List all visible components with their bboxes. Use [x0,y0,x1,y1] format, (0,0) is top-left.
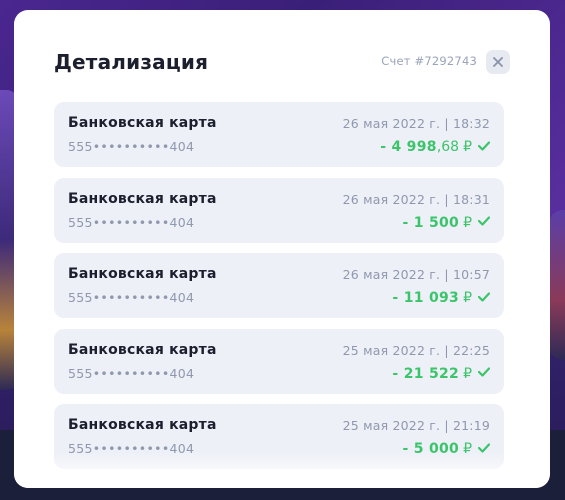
close-icon [493,57,503,67]
transaction-date: 26 мая 2022 г. | 18:32 [342,116,490,131]
transaction-amount-group: - 21 522 ₽ [392,363,490,382]
transaction-title: Банковская карта [68,190,217,207]
transaction-amount-group: - 1 500 ₽ [402,212,490,231]
transaction-row[interactable]: Банковская карта 555••••••••••404 26 мая… [54,177,504,243]
transaction-amount: - 21 522 [392,365,460,382]
transaction-amount-group: - 5 000 ₽ [402,438,490,457]
check-icon [478,140,490,151]
transaction-title: Банковская карта [68,341,217,358]
transaction-currency: ₽ [463,441,472,457]
transaction-title: Банковская карта [68,115,217,131]
transaction-row[interactable]: Банковская карта 555••••••••••404 25 мая… [54,404,504,469]
transaction-card-number: 555••••••••••404 [68,139,195,154]
check-icon [478,442,490,453]
transaction-currency: ₽ [463,290,472,306]
details-modal: Детализация Счет #7292743 Банковская кар… [14,10,550,488]
transaction-card-number: 555••••••••••404 [68,290,195,305]
transaction-card-number: 555••••••••••404 [68,214,195,230]
transaction-row[interactable]: Банковская карта 555••••••••••404 26 мая… [54,102,504,167]
transaction-date: 26 мая 2022 г. | 18:31 [342,191,490,207]
transaction-amount: - 4 998 [380,139,437,155]
close-button[interactable] [486,50,510,74]
check-icon [478,291,490,302]
transaction-amount: - 5 000 [402,441,460,457]
transaction-currency: ₽ [463,139,472,155]
transaction-card-number: 555••••••••••404 [68,365,195,381]
background-card-right [549,210,565,360]
transaction-amount: - 1 500 [402,214,460,231]
transaction-amount-cents: ,68 [436,139,460,155]
transaction-row[interactable]: Банковская карта 555••••••••••404 26 мая… [54,253,504,318]
transaction-amount-group: - 11 093 ₽ [392,287,490,306]
transaction-amount: - 11 093 [392,290,460,306]
transaction-amount-group: - 4 998,68 ₽ [380,136,490,155]
transaction-title: Банковская карта [68,266,217,282]
transaction-currency: ₽ [463,214,472,231]
transaction-currency: ₽ [463,365,472,382]
transaction-row[interactable]: Банковская карта 555••••••••••404 25 мая… [54,328,504,394]
modal-title: Детализация [54,50,209,74]
transaction-title: Банковская карта [68,417,217,433]
transaction-list: Банковская карта 555••••••••••404 26 мая… [54,102,504,480]
transaction-date: 26 мая 2022 г. | 10:57 [342,267,490,282]
transaction-date: 25 мая 2022 г. | 21:19 [342,418,490,433]
check-icon [478,216,490,226]
transaction-date: 25 мая 2022 г. | 22:25 [342,342,490,358]
transaction-card-number: 555••••••••••404 [68,441,195,456]
account-number: Счет #7292743 [381,54,477,68]
check-icon [478,367,490,377]
